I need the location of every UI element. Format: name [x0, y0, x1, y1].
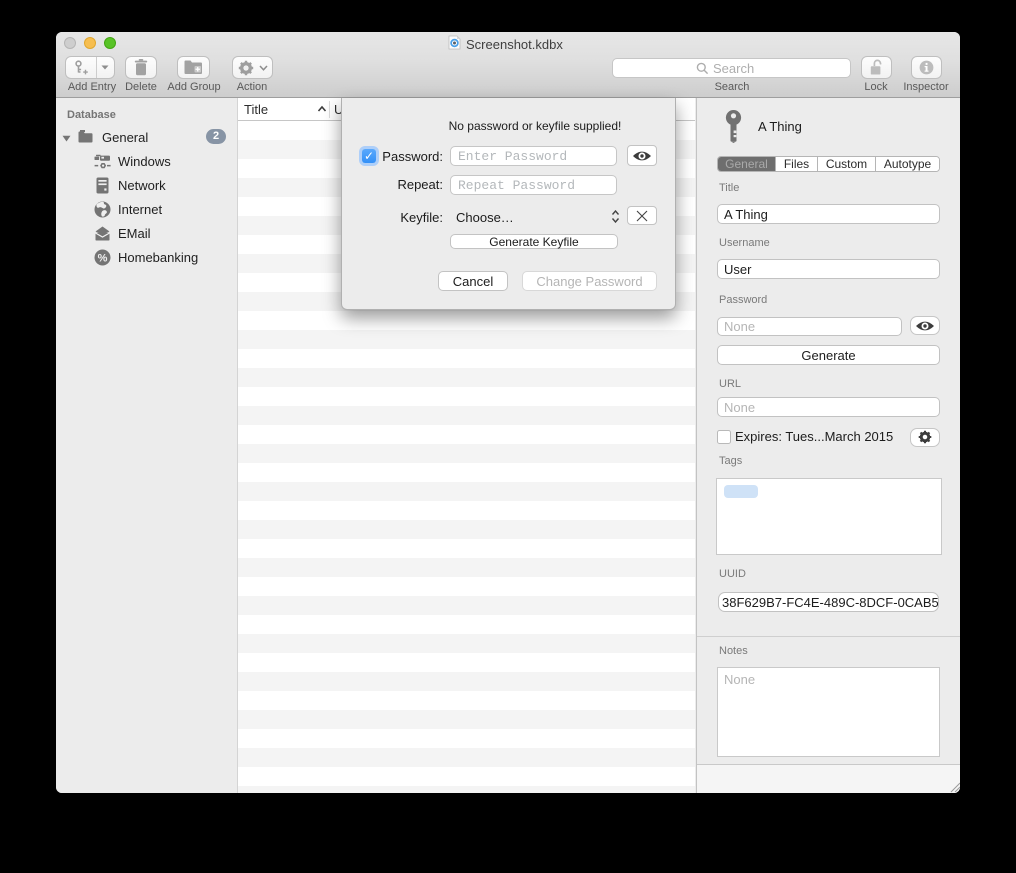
- svg-text:%: %: [98, 252, 108, 264]
